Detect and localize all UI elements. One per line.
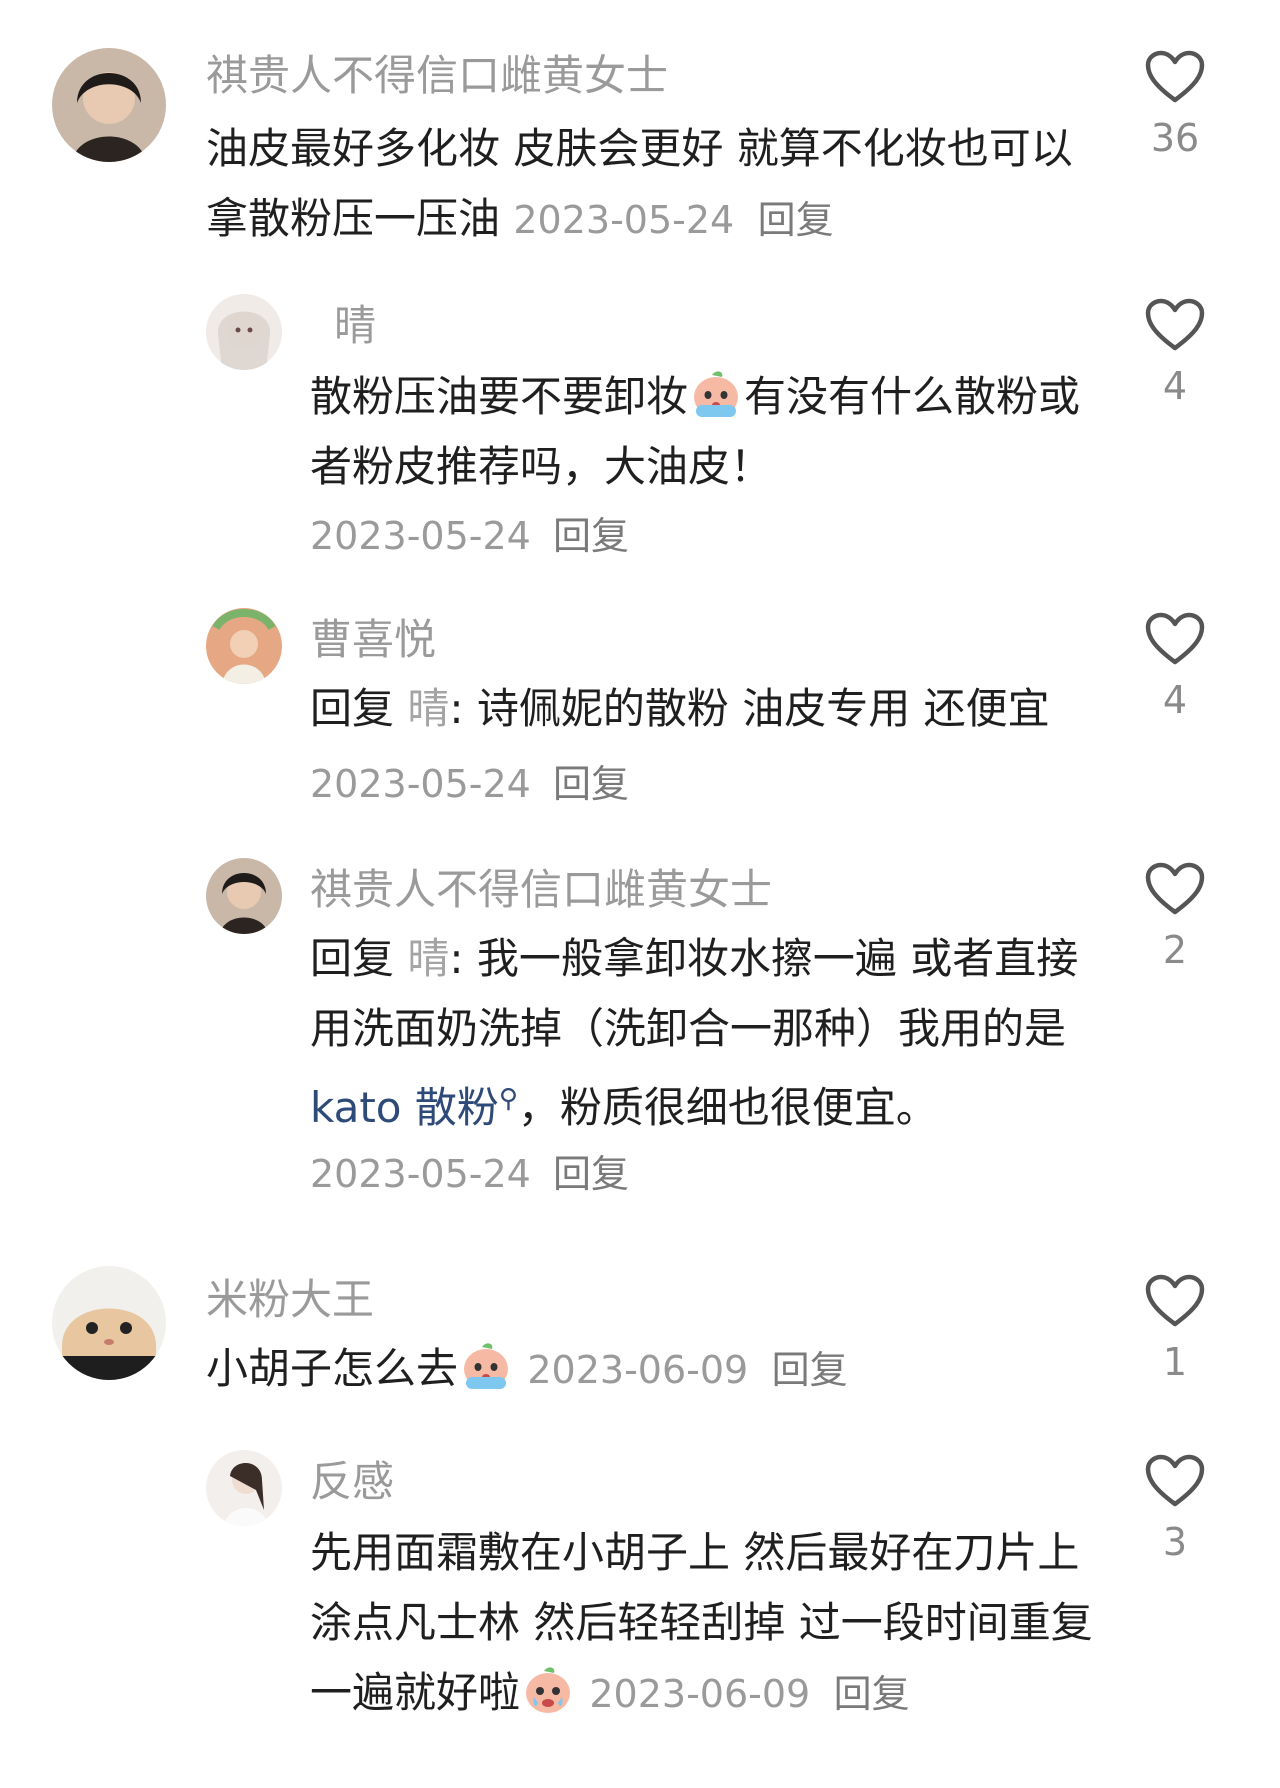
heart-icon[interactable] bbox=[1130, 50, 1220, 104]
comment-content: 散粉压油要不要卸妆 bbox=[310, 372, 689, 421]
comment-date: 2023-05-24 bbox=[310, 762, 531, 806]
comment-text: 先用面霜敷在小胡子上 然后最好在刀片上涂点凡士林 然后轻轻刮掉 过一段时间重复一… bbox=[310, 1518, 1100, 1729]
like-count: 36 bbox=[1150, 116, 1200, 160]
comment-meta: 2023-05-24 回复 bbox=[310, 756, 629, 812]
like-count: 2 bbox=[1162, 928, 1188, 972]
comment-date: 2023-06-09 bbox=[527, 1348, 749, 1392]
comment-1: 祺贵人不得信口雌黄女士 油皮最好多化妆 皮肤会更好 就算不化妆也可以拿散粉压一压… bbox=[0, 0, 1280, 243]
like-control[interactable]: 3 bbox=[1130, 1454, 1220, 1566]
like-control[interactable]: 36 bbox=[1130, 50, 1220, 162]
crying-peach-emoji bbox=[458, 1337, 514, 1393]
comment-meta: 2023-05-24 回复 bbox=[310, 1146, 629, 1202]
comment-text: 回复 晴: 诗佩妮的散粉 油皮专用 还便宜 bbox=[310, 674, 1100, 744]
heart-icon[interactable] bbox=[1130, 862, 1220, 916]
reply-3: 祺贵人不得信口雌黄女士 回复 晴: 我一般拿卸妆水擦一遍 或者直接用洗面奶洗掉（… bbox=[0, 846, 1280, 1206]
avatar[interactable] bbox=[52, 1266, 166, 1380]
comment-text: 散粉压油要不要卸妆 有没有什么散粉或者粉皮推荐吗，大油皮！ bbox=[310, 362, 1100, 502]
reply-1: 晴 散粉压油要不要卸妆 有没有什么散粉或者粉皮推荐吗，大油皮！ 2023-05-2… bbox=[0, 280, 1280, 580]
like-control[interactable]: 2 bbox=[1130, 862, 1220, 974]
comment-date: 2023-06-09 bbox=[589, 1672, 811, 1716]
comment-text: 油皮最好多化妆 皮肤会更好 就算不化妆也可以拿散粉压一压油 2023-05-24… bbox=[206, 114, 1096, 255]
heart-icon[interactable] bbox=[1130, 298, 1220, 352]
reply-button[interactable]: 回复 bbox=[553, 762, 629, 806]
comment-text: 回复 晴: 我一般拿卸妆水擦一遍 或者直接用洗面奶洗掉（洗卸合一那种）我用的是 … bbox=[310, 924, 1100, 1143]
username[interactable]: 反感 bbox=[310, 1454, 394, 1510]
username[interactable]: 晴 bbox=[334, 298, 376, 354]
reply-2: 曹喜悦 回复 晴: 诗佩妮的散粉 油皮专用 还便宜 2023-05-24 回复 … bbox=[0, 596, 1280, 826]
username[interactable]: 曹喜悦 bbox=[310, 612, 436, 668]
avatar[interactable] bbox=[206, 608, 282, 684]
crying-peach-emoji bbox=[688, 365, 744, 421]
like-control[interactable]: 4 bbox=[1130, 612, 1220, 724]
comment-text: 小胡子怎么去 2023-06-09 回复 bbox=[206, 1334, 1096, 1405]
like-count: 1 bbox=[1162, 1340, 1188, 1384]
comment-date: 2023-05-24 bbox=[310, 1152, 531, 1196]
avatar[interactable] bbox=[206, 1450, 282, 1526]
heart-icon[interactable] bbox=[1130, 1454, 1220, 1508]
comment-date: 2023-05-24 bbox=[513, 198, 735, 242]
heart-icon[interactable] bbox=[1130, 1274, 1220, 1328]
comment-content: 小胡子怎么去 bbox=[206, 1344, 459, 1393]
reply-prefix: 回复 bbox=[310, 934, 395, 983]
comment-2: 米粉大王 小胡子怎么去 2023-06-09 回复 1 bbox=[0, 1266, 1280, 1436]
like-control[interactable]: 4 bbox=[1130, 298, 1220, 410]
like-count: 3 bbox=[1162, 1520, 1188, 1564]
avatar[interactable] bbox=[206, 294, 282, 370]
comment-content-continued: ，粉质很细也很便宜。 bbox=[517, 1083, 938, 1132]
reply-prefix: 回复 bbox=[310, 684, 395, 733]
reply-button[interactable]: 回复 bbox=[553, 1152, 629, 1196]
sobbing-peach-emoji bbox=[520, 1661, 576, 1717]
reply-to-user[interactable]: 晴 bbox=[407, 934, 449, 983]
heart-icon[interactable] bbox=[1130, 612, 1220, 666]
username[interactable]: 米粉大王 bbox=[206, 1272, 374, 1328]
reply-button[interactable]: 回复 bbox=[553, 514, 629, 558]
comment-meta: 2023-05-24 回复 bbox=[310, 508, 629, 564]
avatar[interactable] bbox=[206, 858, 282, 934]
reply-button[interactable]: 回复 bbox=[834, 1672, 910, 1716]
search-icon[interactable]: ⚲ bbox=[499, 1084, 518, 1114]
product-link[interactable]: kato 散粉 bbox=[310, 1083, 499, 1132]
like-count: 4 bbox=[1162, 364, 1188, 408]
like-count: 4 bbox=[1162, 678, 1188, 722]
like-control[interactable]: 1 bbox=[1130, 1274, 1220, 1386]
reply-to-user[interactable]: 晴 bbox=[407, 684, 449, 733]
reply-4: 反感 先用面霜敷在小胡子上 然后最好在刀片上涂点凡士林 然后轻轻刮掉 过一段时间… bbox=[0, 1440, 1280, 1730]
comment-content: : 诗佩妮的散粉 油皮专用 还便宜 bbox=[449, 684, 1050, 733]
avatar[interactable] bbox=[52, 48, 166, 162]
reply-button[interactable]: 回复 bbox=[772, 1348, 848, 1392]
comment-date: 2023-05-24 bbox=[310, 514, 531, 558]
username[interactable]: 祺贵人不得信口雌黄女士 bbox=[310, 862, 772, 918]
username[interactable]: 祺贵人不得信口雌黄女士 bbox=[206, 48, 668, 104]
reply-button[interactable]: 回复 bbox=[758, 198, 834, 242]
